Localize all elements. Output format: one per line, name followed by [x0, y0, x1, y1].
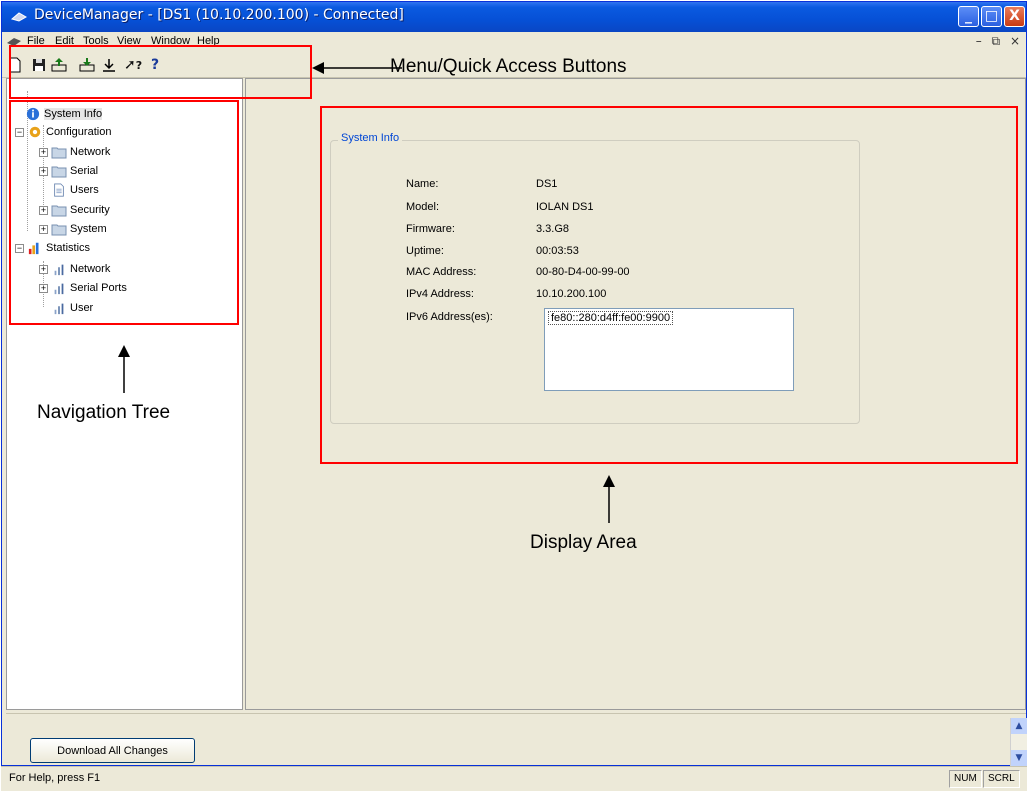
status-scrl: SCRL [983, 770, 1020, 788]
annotation-box-tree [9, 100, 239, 325]
scroll-up-icon[interactable]: ▲ [1011, 718, 1027, 734]
arrow-up-icon [603, 475, 615, 523]
scroll-down-icon[interactable]: ▼ [1011, 750, 1027, 766]
arrow-left-icon [312, 62, 402, 74]
mdi-minimize-icon[interactable]: – [976, 34, 982, 48]
download-all-changes-button[interactable]: Download All Changes [30, 738, 195, 763]
status-bar: For Help, press F1 NUM SCRL [1, 766, 1027, 791]
mdi-close-icon[interactable]: × [1010, 34, 1020, 48]
annotation-box-menu [9, 45, 312, 99]
close-button[interactable]: X [1004, 6, 1025, 27]
maximize-button[interactable]: □ [981, 6, 1002, 27]
status-help-text: For Help, press F1 [9, 772, 101, 784]
app-icon [11, 12, 27, 22]
annotation-box-display [320, 106, 1018, 464]
mdi-restore-icon[interactable]: ⧉ [992, 34, 1001, 48]
arrow-up-icon [118, 345, 130, 393]
annotation-menu-label: Menu/Quick Access Buttons [390, 56, 627, 77]
title-bar[interactable]: DeviceManager - [DS1 (10.10.200.100) - C… [2, 2, 1026, 32]
bottom-scrollbar[interactable]: ▲ ▼ [1010, 718, 1027, 766]
mdi-controls[interactable]: – ⧉ × [976, 34, 1020, 49]
minimize-button[interactable]: _ [958, 6, 979, 27]
status-num: NUM [949, 770, 982, 788]
annotation-display-label: Display Area [530, 532, 637, 553]
window-title: DeviceManager - [DS1 (10.10.200.100) - C… [34, 7, 404, 23]
annotation-tree-label: Navigation Tree [37, 402, 171, 423]
